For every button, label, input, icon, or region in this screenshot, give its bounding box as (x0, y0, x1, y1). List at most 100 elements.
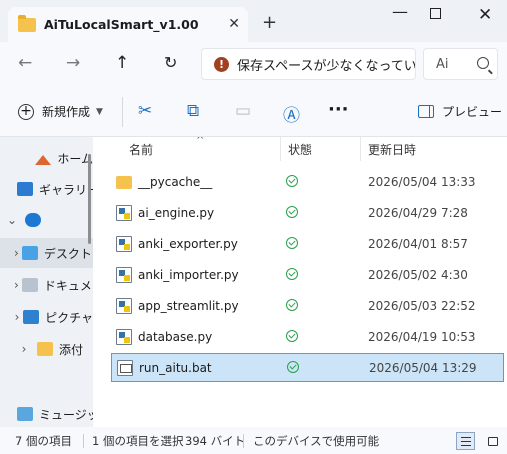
file-date: 2026/05/04 13:33 (368, 175, 476, 189)
cut-icon[interactable]: ✂ (138, 101, 152, 121)
file-row-app-streamlit[interactable]: app_streamlit.py 2026/05/03 22:52 (111, 292, 504, 321)
column-status[interactable]: 状態 (288, 141, 312, 158)
sync-status-icon (286, 237, 298, 249)
pictures-icon (23, 310, 40, 324)
python-file-icon (116, 205, 132, 221)
file-list: ^ 名前 状態 更新日時 __pycache__ 2026/05/04 13:3… (93, 137, 507, 427)
selection-count: 1 個の項目を選択 (92, 434, 184, 448)
back-arrow-icon[interactable]: ← (18, 53, 32, 73)
file-row-run-aitu[interactable]: run_aitu.bat 2026/05/04 13:29 (111, 353, 504, 382)
chevron-right-icon[interactable]: › (14, 342, 34, 356)
more-options-icon[interactable]: ··· (328, 99, 349, 120)
python-file-icon (116, 236, 132, 252)
selection-size: 394 バイト (185, 434, 246, 448)
sidebar-item-label: ピクチャ (45, 310, 93, 325)
sidebar-item-label: ギャラリー (39, 182, 93, 197)
file-date: 2026/04/19 10:53 (368, 330, 476, 344)
details-view-button[interactable] (456, 432, 475, 450)
column-divider[interactable] (360, 137, 361, 161)
column-header: ^ 名前 状態 更新日時 (93, 137, 507, 161)
desktop-icon (21, 246, 38, 260)
chevron-down-icon: ▼ (96, 106, 103, 117)
file-name: database.py (138, 330, 213, 344)
python-file-icon (116, 267, 132, 283)
file-date: 2026/04/29 7:28 (368, 206, 468, 220)
sidebar-scrollbar[interactable] (88, 154, 91, 244)
file-row-pycache[interactable]: __pycache__ 2026/05/04 13:33 (111, 168, 504, 197)
sync-status-icon (286, 268, 298, 280)
sidebar-item-label: ドキュメント (43, 278, 93, 293)
new-tab-button[interactable]: + (262, 12, 277, 33)
tiles-view-icon (488, 437, 498, 446)
navigation-bar: ← → ↑ ↻ ! 保存スペースが少なくなっています Ai (0, 42, 507, 87)
preview-pane-icon (418, 105, 434, 118)
sidebar-item-pictures[interactable]: › ピクチャ (0, 302, 93, 332)
status-bar: 7 個の項目 1 個の項目を選択 394 バイト このデバイスで使用可能 (0, 427, 507, 454)
maximize-button[interactable] (430, 8, 441, 19)
sort-caret-icon: ^ (196, 137, 205, 146)
file-date: 2026/04/01 8:57 (368, 237, 468, 251)
paste-icon[interactable]: ▭ (235, 101, 251, 121)
cloud-icon (25, 213, 41, 227)
file-row-database[interactable]: database.py 2026/04/19 10:53 (111, 323, 504, 352)
search-input[interactable]: Ai (423, 48, 498, 80)
sidebar-item-attachments[interactable]: › 添付 (0, 334, 93, 364)
file-name: run_aitu.bat (139, 361, 212, 375)
home-icon (35, 151, 52, 165)
file-name: ai_engine.py (138, 206, 215, 220)
tab-title: AiTuLocalSmart_v1.00 (44, 17, 199, 32)
file-date: 2026/05/03 22:52 (368, 299, 476, 313)
title-bar: AiTuLocalSmart_v1.00 ✕ + — ✕ (0, 0, 507, 42)
sync-status-icon (286, 299, 298, 311)
sidebar-item-label: ミュージック (39, 407, 93, 422)
sidebar-item-desktop[interactable]: › デスクトップ (0, 238, 93, 268)
file-name: anki_exporter.py (138, 237, 238, 251)
column-name[interactable]: 名前 (129, 141, 153, 158)
sidebar-item-music[interactable]: ミュージック (0, 399, 93, 427)
availability-status: このデバイスで使用可能 (253, 434, 380, 448)
file-name: app_streamlit.py (138, 299, 239, 313)
tiles-view-button[interactable] (483, 432, 502, 450)
refresh-icon[interactable]: ↻ (164, 53, 177, 72)
up-arrow-icon[interactable]: ↑ (115, 53, 129, 73)
drive-icon (17, 407, 33, 421)
sync-status-icon (286, 175, 298, 187)
status-divider (83, 434, 84, 448)
chevron-down-icon[interactable]: ⌄ (2, 213, 22, 227)
forward-arrow-icon[interactable]: → (66, 53, 80, 73)
python-file-icon (116, 298, 132, 314)
warning-icon: ! (214, 56, 229, 72)
sidebar-item-home[interactable]: ホーム (0, 143, 93, 173)
tab-aitulocalsmart[interactable]: AiTuLocalSmart_v1.00 ✕ (8, 7, 248, 42)
file-row-ai-engine[interactable]: ai_engine.py 2026/04/29 7:28 (111, 199, 504, 228)
item-count: 7 個の項目 (15, 434, 72, 448)
preview-button[interactable]: プレビュー (418, 103, 502, 120)
address-bar[interactable]: ! 保存スペースが少なくなっています (201, 48, 416, 80)
sidebar-item-documents[interactable]: › ドキュメント (0, 270, 93, 300)
sidebar-item-onedrive[interactable]: ⌄ (0, 205, 93, 235)
details-view-icon (461, 437, 471, 446)
file-row-anki-exporter[interactable]: anki_exporter.py 2026/04/01 8:57 (111, 230, 504, 259)
folder-icon (37, 342, 53, 356)
plus-icon: + (18, 103, 34, 120)
file-name: anki_importer.py (138, 268, 239, 282)
chevron-right-icon[interactable]: › (14, 310, 20, 324)
rename-icon[interactable]: Ⓐ (283, 101, 300, 126)
python-file-icon (116, 329, 132, 345)
column-divider[interactable] (280, 137, 281, 161)
sidebar-item-label: デスクトップ (43, 246, 93, 261)
search-text: Ai (436, 56, 449, 72)
file-row-anki-importer[interactable]: anki_importer.py 2026/05/02 4:30 (111, 261, 504, 290)
close-tab-button[interactable]: ✕ (228, 16, 240, 32)
close-window-button[interactable]: ✕ (478, 5, 492, 25)
minimize-button[interactable]: — (392, 2, 408, 21)
search-icon (477, 57, 489, 69)
copy-icon[interactable]: ⧉ (187, 101, 199, 121)
column-modified[interactable]: 更新日時 (368, 141, 416, 158)
document-icon (21, 278, 38, 292)
address-text: 保存スペースが少なくなっています (237, 58, 416, 74)
sidebar-item-gallery[interactable]: ギャラリー (0, 174, 93, 204)
chevron-right-icon[interactable]: › (14, 278, 19, 292)
new-button[interactable]: + 新規作成 ▼ (18, 103, 103, 120)
chevron-right-icon[interactable]: › (14, 246, 19, 260)
